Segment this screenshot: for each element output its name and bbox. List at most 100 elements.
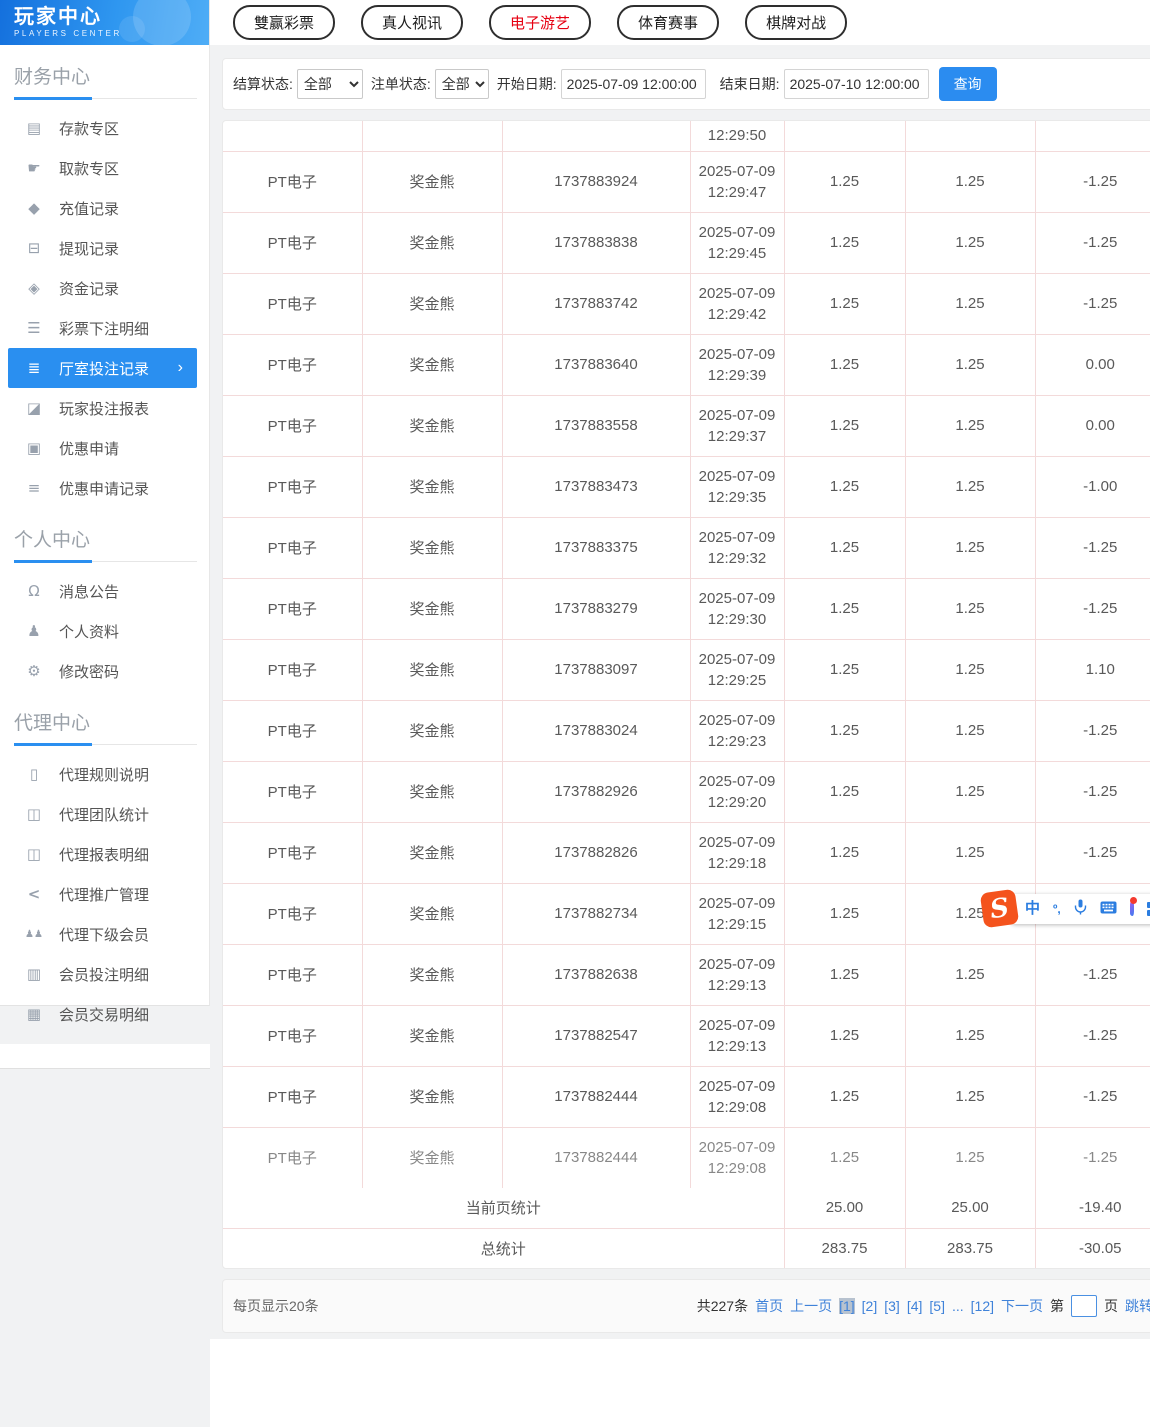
cell-bet-amount: 1.25 xyxy=(783,333,906,396)
cell-game-type: PT电子 xyxy=(223,638,363,701)
cell-valid-bet: 1.25 xyxy=(904,943,1036,1006)
cell-bet-time: 2025-07-09 12:29:08 xyxy=(689,1126,785,1188)
table-row: PT电子 奖金熊 1737883924 2025-07-09 12:29:47 1… xyxy=(223,150,1150,213)
sidebar-item-player-bet-report[interactable]: ◪ 玩家投注报表 xyxy=(8,388,197,428)
main-content: 雙赢彩票 真人视讯 电子游艺 体育赛事 棋牌对战 结算状态: 全部 注单状态: … xyxy=(210,0,1150,1427)
sidebar-item-announcements[interactable]: Ω 消息公告 xyxy=(8,571,197,611)
sidebar-item-promo-apply-records[interactable]: ≡ 优惠申请记录 xyxy=(8,468,197,508)
per-page-label: 每页显示20条 xyxy=(233,1298,319,1314)
jump-button[interactable]: 跳转 xyxy=(1125,1296,1150,1316)
bell-icon: Ω xyxy=(28,582,40,600)
cell-bet-time: 2025-07-09 12:29:08 xyxy=(689,1065,785,1128)
tab-electronic-games[interactable]: 电子游艺 xyxy=(489,5,592,40)
ime-punctuation-icon[interactable]: º, xyxy=(1053,903,1061,915)
cell-order-no: 1737883024 xyxy=(501,699,691,762)
page-number-3[interactable]: [3] xyxy=(884,1298,900,1314)
cell-valid-bet: 1.25 xyxy=(904,821,1036,884)
cell-game-type: PT电子 xyxy=(223,211,363,274)
sidebar-item-funds-records[interactable]: ◈ 资金记录 xyxy=(8,268,197,308)
cell-valid-bet: 1.25 xyxy=(904,1065,1036,1128)
cell-win-loss: -1.25 xyxy=(1034,211,1150,274)
sidebar-item-hall-bet-records[interactable]: ≣ 厅室投注记录 › xyxy=(8,348,197,388)
sidebar-item-member-bet-details[interactable]: ▥ 会员投注明细 xyxy=(8,954,197,994)
tab-board-games[interactable]: 棋牌对战 xyxy=(745,5,848,40)
page-summary-valid: 25.00 xyxy=(904,1188,1036,1229)
withdraw-hand-icon: ☛ xyxy=(27,159,41,177)
keyboard-icon[interactable] xyxy=(1100,901,1117,917)
sidebar-item-agent-report-details[interactable]: ◫ 代理报表明细 xyxy=(8,834,197,874)
page-number-4[interactable]: [4] xyxy=(907,1298,923,1314)
table-row: PT电子 奖金熊 1737882444 2025-07-09 12:29:08 1… xyxy=(223,1065,1150,1128)
sidebar-item-change-password[interactable]: ⚙ 修改密码 xyxy=(8,651,197,691)
sidebar-item-withdrawal-records[interactable]: ⊟ 提现记录 xyxy=(8,228,197,268)
sidebar-item-deposit-zone[interactable]: ▤ 存款专区 xyxy=(8,108,197,148)
person-icon: ♟ xyxy=(27,622,41,640)
cell-game-name: 奖金熊 xyxy=(361,882,503,945)
sidebar-item-label: 彩票下注明细 xyxy=(59,320,150,338)
tab-sports[interactable]: 体育赛事 xyxy=(617,5,720,40)
cell-order-no: 1737883742 xyxy=(501,272,691,335)
sidebar-item-agent-sub-members[interactable]: ♟♟ 代理下级会员 xyxy=(8,914,197,954)
sidebar-item-member-transaction-details[interactable]: ▦ 会员交易明细 xyxy=(8,994,197,1034)
cell-game-name: 奖金熊 xyxy=(361,760,503,823)
settle-status-select[interactable]: 全部 xyxy=(296,69,363,99)
sidebar-item-agent-team-stats[interactable]: ◫ 代理团队统计 xyxy=(8,794,197,834)
cell-win-loss: -1.25 xyxy=(1034,150,1150,213)
page-number-5[interactable]: [5] xyxy=(929,1298,945,1314)
order-status-label: 注单状态: xyxy=(370,76,431,92)
newspaper-icon: ◫ xyxy=(26,845,42,863)
microphone-icon[interactable] xyxy=(1074,899,1087,918)
end-date-input[interactable] xyxy=(783,69,929,99)
sidebar-item-agent-rules[interactable]: ▯ 代理规则说明 xyxy=(8,754,197,794)
cell-game-type: PT电子 xyxy=(223,699,363,762)
page-number-2[interactable]: [2] xyxy=(862,1298,878,1314)
cell-order-no: 1737883473 xyxy=(501,455,691,518)
tab-live-casino[interactable]: 真人视讯 xyxy=(361,5,464,40)
prev-page-link[interactable]: 上一页 xyxy=(790,1296,832,1316)
sidebar-item-agent-promotion[interactable]: < 代理推广管理 xyxy=(8,874,197,914)
sidebar-item-label: 代理报表明细 xyxy=(59,846,150,864)
cell-order-no: 1737883558 xyxy=(501,394,691,457)
cell-order-no: 1737882444 xyxy=(501,1126,691,1188)
table-row: PT电子 奖金熊 1737882926 2025-07-09 12:29:20 1… xyxy=(223,760,1150,823)
sidebar-item-profile[interactable]: ♟ 个人资料 xyxy=(8,611,197,651)
table-row: PT电子 奖金熊 1737883097 2025-07-09 12:29:25 1… xyxy=(223,638,1150,701)
sidebar-item-withdraw-zone[interactable]: ☛ 取款专区 xyxy=(8,148,197,188)
sogou-logo-icon[interactable]: S xyxy=(979,888,1020,929)
moneybag-icon: ◆ xyxy=(28,199,40,217)
page-number-12[interactable]: [12] xyxy=(971,1298,994,1314)
ime-chinese-mode-icon[interactable]: 中 xyxy=(1025,901,1040,916)
sidebar-item-lottery-bet-details[interactable]: ☰ 彩票下注明细 xyxy=(8,308,197,348)
table-row: PT电子 奖金熊 1737883558 2025-07-09 12:29:37 1… xyxy=(223,394,1150,457)
first-page-link[interactable]: 首页 xyxy=(755,1296,783,1316)
sidebar-item-promo-apply[interactable]: ▣ 优惠申请 xyxy=(8,428,197,468)
start-date-input[interactable] xyxy=(560,69,706,99)
next-page-link[interactable]: 下一页 xyxy=(1001,1296,1043,1316)
cell-bet-amount: 1.25 xyxy=(783,699,906,762)
order-status-select[interactable]: 全部 xyxy=(434,69,489,99)
sidebar-item-label: 个人资料 xyxy=(59,623,120,641)
query-button[interactable]: 查询 xyxy=(938,67,997,101)
ime-skin-icon[interactable] xyxy=(1129,897,1137,916)
cell-bet-amount: 1.25 xyxy=(783,882,906,945)
sidebar-item-recharge-records[interactable]: ◆ 充值记录 xyxy=(8,188,197,228)
page-number-1[interactable]: [1] xyxy=(839,1298,855,1314)
cell-bet-amount: 1.25 xyxy=(783,943,906,1006)
sidebar-item-label: 代理下级会员 xyxy=(59,926,150,944)
list-check-icon: ≡ xyxy=(27,479,41,497)
page-jump-input[interactable] xyxy=(1071,1295,1097,1317)
cell-win-loss: -1.00 xyxy=(1034,455,1150,518)
tab-lottery[interactable]: 雙赢彩票 xyxy=(233,5,336,40)
cell-order-no: 1737883640 xyxy=(501,333,691,396)
sidebar-item-label: 会员交易明细 xyxy=(59,1006,150,1024)
cell-game-name: 奖金熊 xyxy=(361,1126,503,1188)
cell-win-loss: -1.25 xyxy=(1034,699,1150,762)
newspaper-icon: ◫ xyxy=(26,805,42,823)
bet-records-table: 12:29:50 PT电子 奖金熊 1737883924 2025-07-09 1… xyxy=(222,120,1150,1269)
cell-win-loss: 1.10 xyxy=(1034,638,1150,701)
cell-valid-bet: 1.25 xyxy=(904,150,1036,213)
cell-bet-time: 2025-07-09 12:29:45 xyxy=(689,211,785,274)
cell-win-loss: -1.25 xyxy=(1034,272,1150,335)
cell-game-name: 奖金熊 xyxy=(361,150,503,213)
section-divider xyxy=(14,743,197,746)
